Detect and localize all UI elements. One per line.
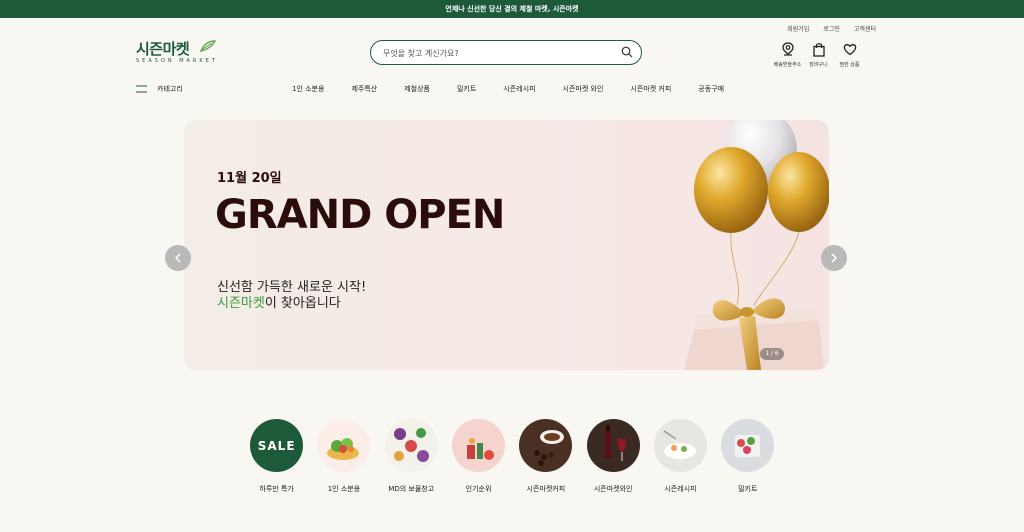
quick-category-list: SALE 하루만 특가 1인 소분용 MD의 보물창고 인기순위 시즌마켓커피 …: [243, 419, 781, 494]
sale-badge: SALE: [250, 419, 304, 472]
quick-category-label: 시즌마켓와인: [593, 485, 633, 493]
nav-item[interactable]: 시즌레시피: [503, 84, 535, 94]
nav-menu: 1인 소분용 제주특산 제철상품 밀키트 시즌레시피 시즌마켓 와인 시즌마켓 …: [292, 84, 751, 94]
quick-category-label: 1인 소분용: [327, 485, 361, 493]
quick-category-label: MD의 보물창고: [388, 485, 435, 493]
quick-category-item[interactable]: SALE 하루만 특가: [243, 419, 310, 494]
nav-item[interactable]: 공동구매: [698, 84, 724, 94]
chevron-right-icon: [831, 253, 838, 263]
heart-icon: [843, 44, 856, 56]
quick-category-item[interactable]: 시즌마켓커피: [512, 419, 579, 494]
delivery-address-button[interactable]: 배송받을주소: [772, 42, 803, 68]
delivery-address-label: 배송받을주소: [773, 62, 802, 68]
shopping-bag-icon: [812, 43, 825, 57]
quick-category-item[interactable]: 시즌레시피: [647, 419, 714, 494]
salad-bowl-image: [317, 419, 371, 472]
quick-category-label: 밀키트: [738, 485, 758, 493]
nav-item[interactable]: 제철상품: [404, 84, 430, 94]
logo-subtitle: SEASON MARKET: [136, 58, 218, 64]
nav-item[interactable]: 밀키트: [457, 84, 476, 94]
quick-category-item[interactable]: 인기순위: [445, 419, 512, 494]
customer-center-link[interactable]: 고객센터: [854, 24, 876, 33]
banner-description-line2: 시즌마켓이 찾아옵니다: [217, 292, 341, 311]
signup-link[interactable]: 회원가입: [787, 24, 809, 33]
chevron-left-icon: [174, 253, 181, 263]
banner-highlight: 시즌마켓: [217, 296, 265, 311]
banner-date: 11월 20일: [217, 171, 282, 186]
login-link[interactable]: 로그인: [823, 24, 840, 33]
header-icons: 배송받을주소 장바구니 찜한 상품: [772, 42, 865, 68]
wishlist-button[interactable]: 찜한 상품: [834, 42, 865, 68]
cart-label: 장바구니: [809, 62, 828, 68]
banner-description-rest: 이 찾아옵니다: [264, 296, 341, 311]
leaf-icon: [200, 40, 216, 52]
slide-pager: 1 / 6: [760, 348, 784, 360]
location-pin-icon: [781, 42, 794, 56]
nav-item[interactable]: 시즌마켓 와인: [563, 84, 604, 94]
banner-title: GRAND OPEN: [215, 192, 505, 238]
next-slide-button[interactable]: [821, 245, 847, 271]
recipe-image: [653, 419, 707, 472]
quick-category-item[interactable]: MD의 보물창고: [378, 419, 445, 494]
quick-category-item[interactable]: 1인 소분용: [310, 419, 377, 494]
search-icon[interactable]: [621, 46, 633, 58]
hero-banner[interactable]: 11월 20일 GRAND OPEN 신선함 가득한 새로운 시작! 시즌마켓이…: [184, 120, 829, 370]
category-label: 카테고리: [157, 85, 183, 93]
quick-category-label: 시즌레시피: [664, 485, 697, 493]
groceries-image: [452, 419, 506, 472]
quick-category-item[interactable]: 시즌마켓와인: [579, 419, 646, 494]
utility-links: 회원가입 로그인 고객센터: [787, 24, 876, 33]
coffee-image: [519, 419, 573, 472]
main-nav: 카테고리 1인 소분용 제주특산 제철상품 밀키트 시즌레시피 시즌마켓 와인 …: [0, 84, 1024, 96]
category-menu-button[interactable]: 카테고리: [136, 84, 183, 94]
cart-button[interactable]: 장바구니: [803, 42, 834, 68]
prev-slide-button[interactable]: [165, 245, 191, 271]
wishlist-label: 찜한 상품: [839, 62, 860, 68]
nav-item[interactable]: 시즌마켓 커피: [630, 84, 671, 94]
announcement-bar: 언제나 신선한 당신 곁의 제철 마켓, 시즌마켓: [0, 0, 1024, 18]
quick-category-label: 하루만 특가: [259, 485, 294, 493]
balloon-gift-illustration: [684, 120, 829, 370]
wine-image: [586, 419, 640, 472]
nav-item[interactable]: 1인 소분용: [292, 84, 324, 94]
hamburger-icon: [136, 85, 147, 93]
quick-category-label: 시즌마켓커피: [526, 485, 566, 493]
search-bar: [370, 40, 642, 65]
vegetables-pattern-image: [384, 419, 438, 472]
quick-category-item[interactable]: 밀키트: [714, 419, 781, 494]
meal-kit-image: [721, 419, 775, 472]
quick-category-label: 인기순위: [465, 485, 492, 493]
logo[interactable]: 시즌마켓 SEASON MARKET: [136, 38, 226, 66]
search-input[interactable]: [383, 46, 613, 60]
nav-item[interactable]: 제주특산: [351, 84, 377, 94]
